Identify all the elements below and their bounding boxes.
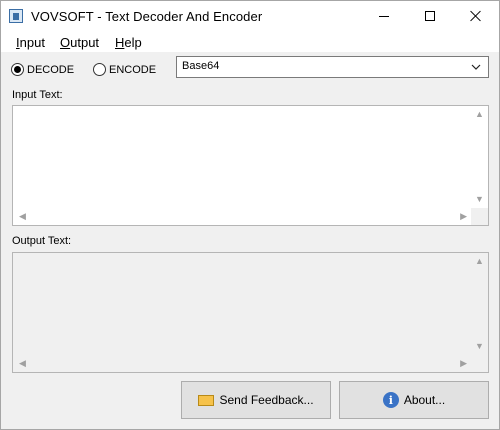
- maximize-button[interactable]: [407, 1, 453, 31]
- menu-input[interactable]: Input: [16, 35, 45, 50]
- close-icon: [470, 10, 482, 22]
- output-horizontal-scrollbar[interactable]: ◀ ▶: [13, 355, 473, 372]
- encode-radio[interactable]: ENCODE: [93, 63, 156, 76]
- scroll-left-icon[interactable]: ◀: [19, 212, 26, 221]
- app-window: VOVSOFT - Text Decoder And Encoder Input…: [0, 0, 500, 430]
- envelope-icon: [198, 394, 215, 406]
- input-horizontal-scrollbar[interactable]: ◀ ▶: [13, 208, 473, 225]
- scroll-down-icon[interactable]: ▼: [475, 195, 484, 204]
- encoding-selected-value: Base64: [182, 60, 220, 72]
- input-textarea[interactable]: ▲ ▼ ◀ ▶: [12, 105, 489, 226]
- input-vertical-scrollbar[interactable]: ▲ ▼: [471, 106, 488, 208]
- scroll-up-icon[interactable]: ▲: [475, 257, 484, 266]
- decode-radio-indicator: [11, 63, 24, 76]
- about-label: About...: [403, 393, 446, 407]
- chevron-down-icon[interactable]: [470, 60, 482, 74]
- minimize-button[interactable]: [361, 1, 407, 31]
- output-textarea[interactable]: ▲ ▼ ◀ ▶: [12, 252, 489, 373]
- window-title: VOVSOFT - Text Decoder And Encoder: [31, 9, 263, 24]
- scrollbar-corner: [471, 208, 488, 225]
- scroll-down-icon[interactable]: ▼: [475, 342, 484, 351]
- scroll-right-icon[interactable]: ▶: [460, 212, 467, 221]
- input-text-label: Input Text:: [12, 89, 63, 101]
- scroll-right-icon[interactable]: ▶: [460, 359, 467, 368]
- output-text-label: Output Text:: [12, 235, 72, 247]
- encoding-select[interactable]: Base64: [176, 56, 489, 78]
- decode-radio-label: DECODE: [27, 63, 75, 76]
- title-bar: VOVSOFT - Text Decoder And Encoder: [1, 1, 499, 31]
- output-vertical-scrollbar[interactable]: ▲ ▼: [471, 253, 488, 355]
- scrollbar-corner: [471, 355, 488, 372]
- menu-output[interactable]: Output: [60, 35, 99, 50]
- minimize-icon: [379, 15, 389, 17]
- menu-bar: Input Output Help: [1, 31, 499, 53]
- scroll-up-icon[interactable]: ▲: [475, 110, 484, 119]
- app-icon: [9, 9, 23, 23]
- scroll-left-icon[interactable]: ◀: [19, 359, 26, 368]
- send-feedback-label: Send Feedback...: [219, 393, 314, 407]
- about-button[interactable]: i About...: [339, 381, 489, 419]
- encode-radio-indicator: [93, 63, 106, 76]
- encode-radio-label: ENCODE: [109, 63, 157, 76]
- info-icon: i: [382, 392, 399, 408]
- send-feedback-button[interactable]: Send Feedback...: [181, 381, 331, 419]
- close-button[interactable]: [453, 1, 499, 31]
- maximize-icon: [425, 11, 435, 21]
- menu-help[interactable]: Help: [115, 35, 142, 50]
- decode-radio[interactable]: DECODE: [11, 63, 74, 76]
